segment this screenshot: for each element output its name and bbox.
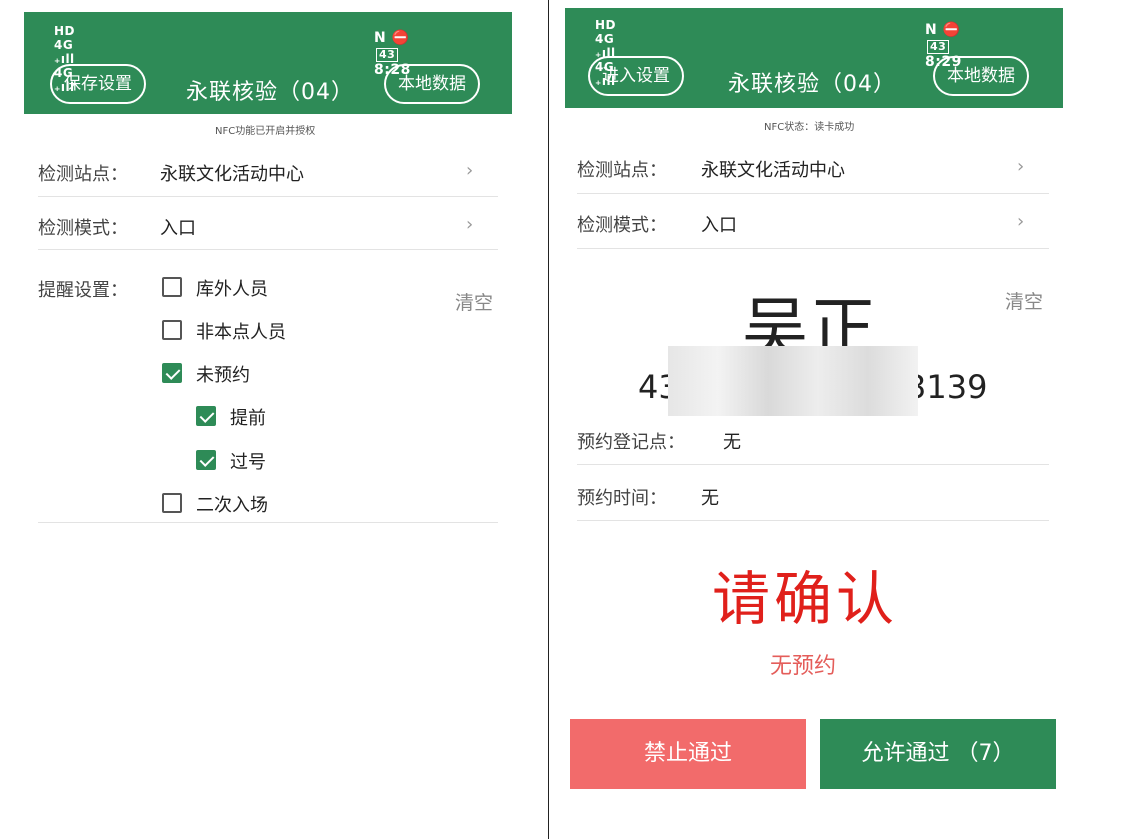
- nfc-status-text: NFC状态：读卡成功: [764, 122, 855, 133]
- clear-button[interactable]: 清空: [455, 288, 493, 315]
- redacted-mask: [668, 346, 918, 416]
- mode-row[interactable]: 检测模式： 入口 ›: [577, 211, 1049, 241]
- divider: [577, 248, 1049, 249]
- station-label: 检测站点：: [38, 164, 128, 185]
- checkbox-checked-icon: [196, 406, 216, 426]
- no-appointment-text: 无预约: [770, 654, 837, 679]
- confirm-prompt: 请确认: [712, 565, 899, 633]
- nfc-status-text: NFC功能已开启并授权: [215, 126, 316, 137]
- divider: [577, 193, 1049, 194]
- station-row[interactable]: 检测站点： 永联文化活动中心 ›: [577, 156, 1049, 186]
- screenshot-divider: [548, 0, 549, 839]
- chevron-right-icon: ›: [466, 214, 474, 235]
- local-data-button[interactable]: 本地数据: [933, 56, 1029, 96]
- divider: [38, 522, 498, 523]
- save-settings-button[interactable]: 保存设置: [50, 64, 146, 104]
- reservation-time-label: 预约时间：: [577, 488, 667, 509]
- checkbox-checked-icon: [162, 363, 182, 383]
- mode-label: 检测模式：: [38, 218, 128, 239]
- reservation-time-row: 预约时间： 无: [577, 484, 1049, 514]
- id-suffix: 3139: [906, 368, 988, 406]
- verification-screen: HD 4G ₊ıll 4G ₊ıll N ⛔ 43 8:29 进入设置 永联核验…: [552, 0, 1121, 839]
- clear-button[interactable]: 清空: [1005, 287, 1043, 314]
- local-data-button[interactable]: 本地数据: [384, 64, 480, 104]
- mode-row[interactable]: 检测模式： 入口 ›: [38, 214, 498, 244]
- chevron-right-icon: ›: [466, 160, 474, 181]
- checkbox-icon: [162, 277, 182, 297]
- checkbox-label: 未预约: [196, 365, 250, 386]
- checkbox-label: 非本点人员: [196, 322, 286, 343]
- battery-icon: 43: [927, 40, 950, 54]
- reservation-point-label: 预约登记点：: [577, 432, 685, 453]
- reservation-time-value: 无: [701, 488, 719, 509]
- reservation-point-value: 无: [723, 432, 741, 453]
- checkbox-label: 二次入场: [196, 495, 268, 516]
- chevron-right-icon: ›: [1017, 211, 1025, 232]
- app-bar: HD 4G ₊ıll 4G ₊ıll N ⛔ 43 8:28 保存设置 永联核验…: [24, 12, 512, 114]
- station-row[interactable]: 检测站点： 永联文化活动中心 ›: [38, 160, 498, 190]
- nfc-mute-icons: N ⛔: [925, 22, 961, 38]
- battery-icon: 43: [376, 48, 399, 62]
- deny-pass-button[interactable]: 禁止通过: [570, 719, 806, 789]
- app-bar: HD 4G ₊ıll 4G ₊ıll N ⛔ 43 8:29 进入设置 永联核验…: [565, 8, 1063, 108]
- divider: [38, 196, 498, 197]
- checkbox-checked-icon: [196, 450, 216, 470]
- checkbox-icon: [162, 493, 182, 513]
- divider: [38, 249, 498, 250]
- checkbox-label: 过号: [230, 452, 266, 473]
- mode-value: 入口: [701, 215, 737, 236]
- divider: [577, 520, 1049, 521]
- reservation-point-row: 预约登记点： 无: [577, 428, 1049, 458]
- page-title: 永联核验（04）: [728, 72, 896, 97]
- checkbox-label: 提前: [230, 408, 266, 429]
- mode-label: 检测模式：: [577, 215, 667, 236]
- station-label: 检测站点：: [577, 160, 667, 181]
- nfc-mute-icons: N ⛔: [374, 30, 410, 46]
- checkbox-icon: [162, 320, 182, 340]
- checkbox-label: 库外人员: [196, 279, 268, 300]
- mode-value: 入口: [160, 218, 196, 239]
- station-value: 永联文化活动中心: [701, 160, 845, 181]
- divider: [577, 464, 1049, 465]
- enter-settings-button[interactable]: 进入设置: [588, 56, 684, 96]
- settings-screen: HD 4G ₊ıll 4G ₊ıll N ⛔ 43 8:28 保存设置 永联核验…: [0, 0, 548, 839]
- allow-pass-button[interactable]: 允许通过 （7）: [820, 719, 1056, 789]
- reminder-label: 提醒设置：: [38, 280, 128, 301]
- page-title: 永联核验（04）: [186, 80, 354, 105]
- station-value: 永联文化活动中心: [160, 164, 304, 185]
- chevron-right-icon: ›: [1017, 156, 1025, 177]
